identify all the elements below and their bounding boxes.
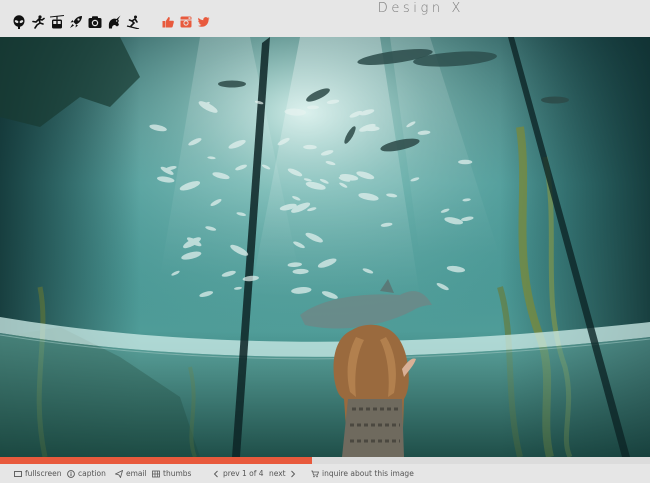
- next-button[interactable]: next: [269, 469, 297, 478]
- site-title[interactable]: Design X: [378, 1, 464, 16]
- slideshow-progress-fill: [0, 457, 312, 464]
- aquarium-photo: [0, 37, 650, 457]
- chevron-left-icon: [213, 470, 218, 477]
- cart-icon: [311, 470, 319, 477]
- slideshow-progress-track[interactable]: [0, 457, 650, 464]
- top-bar: Design X: [0, 0, 650, 37]
- paper-plane-icon: [115, 469, 123, 478]
- fullscreen-label: fullscreen: [25, 469, 62, 478]
- instagram-icon[interactable]: [180, 16, 192, 28]
- bottom-toolbar: fullscreen caption email thumbs prev 1 o…: [0, 464, 650, 483]
- prev-label: prev: [223, 469, 240, 478]
- caption-button[interactable]: caption: [67, 469, 106, 478]
- chevron-right-icon: [290, 470, 295, 477]
- cable-car-icon[interactable]: [50, 15, 64, 29]
- slide-counter-sep: of: [249, 469, 257, 478]
- alien-icon[interactable]: [12, 15, 26, 29]
- thumbs-label: thumbs: [163, 469, 192, 478]
- slide-current: 1: [242, 469, 247, 478]
- inquire-label: inquire about this image: [322, 469, 414, 478]
- camera-icon[interactable]: [88, 15, 102, 29]
- slide-total: 4: [258, 469, 264, 478]
- slide-counter: 1 of 4: [242, 469, 264, 478]
- thumbs-button[interactable]: thumbs: [152, 469, 191, 478]
- fish: [458, 159, 473, 165]
- social-links: [162, 16, 210, 28]
- fullscreen-button[interactable]: fullscreen: [14, 469, 62, 478]
- page: Design X fullscreen caption email thumbs…: [0, 0, 650, 483]
- info-icon: [67, 469, 75, 478]
- grid-icon: [152, 470, 160, 477]
- skier-icon[interactable]: [126, 15, 140, 29]
- category-nav: [12, 15, 140, 29]
- rocket-icon[interactable]: [69, 15, 83, 29]
- runner-icon[interactable]: [31, 15, 45, 29]
- email-button[interactable]: email: [115, 469, 147, 478]
- prev-button[interactable]: prev: [212, 469, 240, 478]
- gallery-image[interactable]: [0, 37, 650, 457]
- unicorn-icon[interactable]: [107, 15, 121, 29]
- thumbs-up-icon[interactable]: [162, 16, 174, 28]
- inquire-button[interactable]: inquire about this image: [311, 469, 414, 478]
- twitter-icon[interactable]: [198, 16, 210, 28]
- caption-label: caption: [78, 469, 106, 478]
- fullscreen-icon: [14, 470, 22, 477]
- next-label: next: [269, 469, 286, 478]
- email-label: email: [126, 469, 147, 478]
